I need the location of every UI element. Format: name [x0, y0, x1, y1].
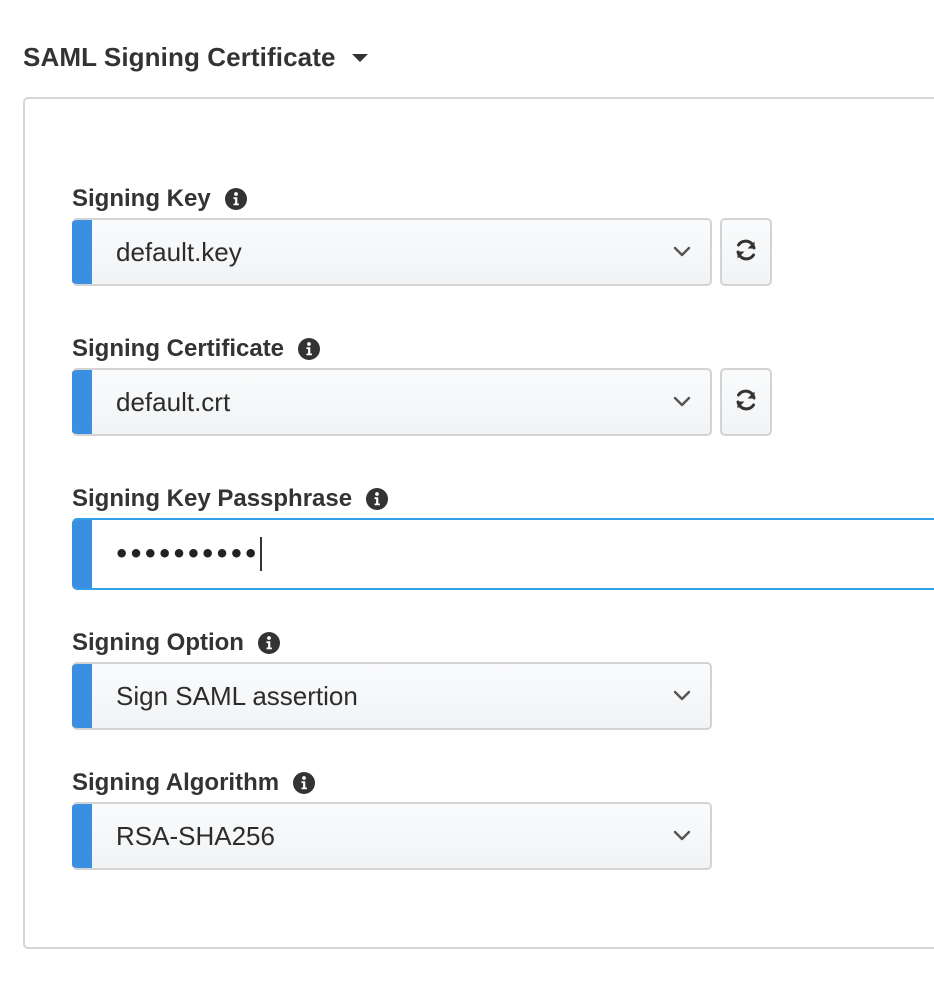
chevron-down-icon	[670, 390, 694, 414]
signing-certificate-refresh-button[interactable]	[720, 368, 772, 436]
info-circle-icon[interactable]	[224, 188, 247, 210]
chevron-down-icon	[670, 240, 694, 264]
required-indicator	[72, 804, 92, 868]
required-indicator	[72, 520, 92, 588]
signing-key-select[interactable]: default.key	[72, 218, 712, 286]
signing-key-value: default.key	[116, 236, 242, 267]
signing-algorithm-select[interactable]: RSA-SHA256	[72, 802, 712, 870]
signing-certificate-select[interactable]: default.crt	[72, 368, 712, 436]
signing-algorithm-value: RSA-SHA256	[116, 820, 275, 851]
signing-key-label: Signing Key	[72, 182, 247, 216]
signing-key-refresh-button[interactable]	[720, 218, 772, 286]
signing-option-label: Signing Option	[72, 626, 280, 660]
caret-down-icon[interactable]	[351, 54, 368, 62]
signing-key-passphrase-label-text: Signing Key Passphrase	[72, 485, 353, 512]
info-circle-icon[interactable]	[298, 338, 321, 360]
signing-certificate-value: default.crt	[116, 386, 231, 417]
required-indicator	[72, 220, 92, 284]
required-indicator	[72, 370, 92, 434]
info-circle-icon[interactable]	[366, 488, 389, 510]
info-circle-icon[interactable]	[257, 632, 280, 654]
section-title: SAML Signing Certificate	[23, 41, 336, 72]
signing-certificate-label-text: Signing Certificate	[72, 335, 285, 362]
signing-option-label-text: Signing Option	[72, 629, 244, 656]
refresh-icon	[733, 237, 759, 268]
signing-algorithm-label: Signing Algorithm	[72, 766, 316, 800]
signing-key-passphrase-input[interactable]: ••••••••••	[72, 518, 934, 590]
signing-algorithm-label-text: Signing Algorithm	[72, 769, 280, 796]
signing-option-select[interactable]: Sign SAML assertion	[72, 662, 712, 730]
chevron-down-icon	[670, 684, 694, 708]
refresh-icon	[733, 387, 759, 418]
required-indicator	[72, 664, 92, 728]
signing-option-value: Sign SAML assertion	[116, 680, 358, 711]
section-header-toggle[interactable]: SAML Signing Certificate	[23, 38, 368, 76]
passphrase-masked-value: ••••••••••	[114, 540, 258, 568]
chevron-down-icon	[670, 824, 694, 848]
text-cursor	[260, 537, 263, 571]
signing-certificate-label: Signing Certificate	[72, 332, 321, 366]
info-circle-icon[interactable]	[293, 772, 316, 794]
signing-key-label-text: Signing Key	[72, 185, 211, 212]
signing-key-passphrase-label: Signing Key Passphrase	[72, 482, 389, 516]
